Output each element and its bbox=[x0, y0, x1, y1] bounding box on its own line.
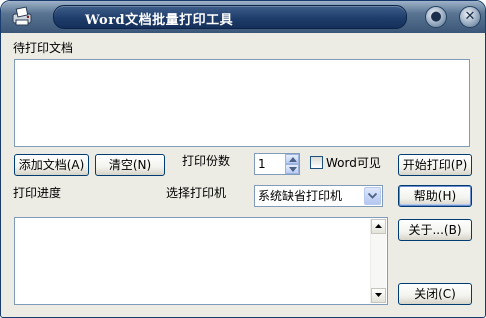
progress-label: 打印进度 bbox=[13, 186, 62, 200]
close-icon: ✕ bbox=[464, 9, 476, 24]
chevron-up-icon bbox=[289, 157, 297, 162]
minimize-button[interactable]: ● bbox=[425, 6, 447, 28]
print-progress-list[interactable] bbox=[14, 217, 388, 305]
scroll-up-button[interactable] bbox=[371, 219, 386, 234]
printer-selected-value: 系统缺省打印机 bbox=[258, 189, 343, 203]
copies-stepper[interactable]: 1 bbox=[254, 153, 300, 175]
minimize-icon: ● bbox=[430, 9, 442, 24]
chevron-down-icon bbox=[289, 167, 297, 172]
add-docs-button[interactable]: 添加文档(A) bbox=[14, 154, 89, 176]
printer-select[interactable]: 系统缺省打印机 bbox=[254, 185, 383, 207]
copies-value: 1 bbox=[258, 157, 266, 171]
help-button[interactable]: 帮助(H) bbox=[398, 185, 472, 207]
copies-decrement-button[interactable] bbox=[285, 164, 299, 174]
clear-button[interactable]: 清空(N) bbox=[95, 154, 165, 176]
app-window: Word文档批量打印工具 ● ✕ 待打印文档 添加文档(A) 清空(N) 打印份… bbox=[0, 0, 486, 318]
pending-docs-list[interactable] bbox=[14, 59, 470, 147]
title-bar[interactable]: Word文档批量打印工具 ● ✕ bbox=[1, 1, 485, 33]
about-button[interactable]: 关于...(B) bbox=[398, 219, 472, 241]
word-visible-checkbox[interactable] bbox=[310, 156, 323, 169]
arrow-up-icon bbox=[375, 224, 382, 228]
scroll-down-button[interactable] bbox=[371, 288, 386, 303]
printer-label: 选择打印机 bbox=[166, 186, 227, 200]
start-print-button[interactable]: 开始打印(P) bbox=[398, 154, 472, 176]
copies-label: 打印份数 bbox=[182, 154, 231, 168]
printer-app-icon[interactable] bbox=[9, 5, 37, 27]
pending-docs-label: 待打印文档 bbox=[13, 41, 74, 55]
copies-increment-button[interactable] bbox=[285, 154, 299, 164]
window-title: Word文档批量打印工具 bbox=[85, 13, 234, 28]
progress-scrollbar[interactable] bbox=[370, 219, 386, 303]
printer-dropdown-button[interactable] bbox=[364, 187, 381, 205]
close-window-button[interactable]: ✕ bbox=[459, 6, 481, 28]
chevron-down-icon bbox=[368, 193, 377, 199]
word-visible-label: Word可见 bbox=[326, 156, 381, 170]
arrow-down-icon bbox=[375, 293, 382, 297]
close-button[interactable]: 关闭(C) bbox=[398, 283, 472, 305]
